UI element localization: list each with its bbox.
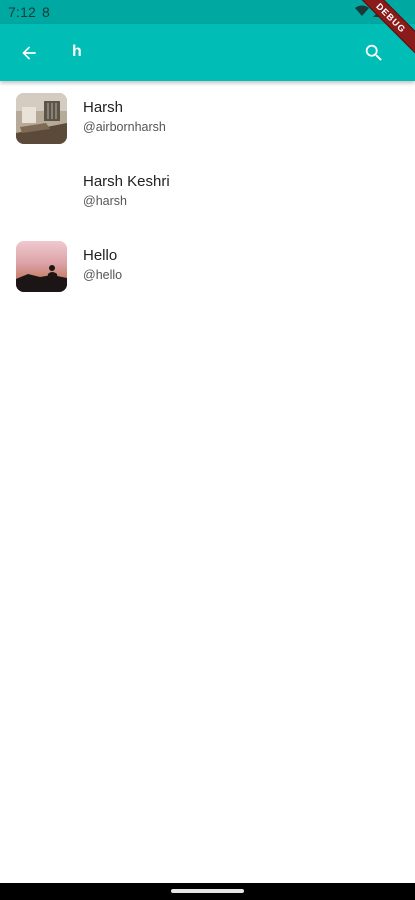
search-icon bbox=[365, 44, 382, 61]
search-results-list: Harsh @airbornharsh Harsh Keshri @harsh bbox=[0, 81, 415, 303]
status-time: 7:12 bbox=[8, 4, 37, 20]
room-photo bbox=[16, 93, 67, 144]
list-item[interactable]: Harsh Keshri @harsh bbox=[0, 155, 415, 229]
item-text: Harsh Keshri @harsh bbox=[83, 173, 170, 209]
avatar-empty bbox=[16, 167, 67, 218]
status-bar: 7:12 8 bbox=[0, 0, 415, 24]
arrow-back-icon bbox=[22, 46, 36, 60]
app-bar bbox=[0, 24, 415, 81]
user-handle: @hello bbox=[83, 268, 123, 282]
search-input[interactable] bbox=[72, 40, 332, 64]
item-text: Hello @hello bbox=[83, 247, 122, 283]
avatar bbox=[16, 241, 67, 292]
list-item[interactable]: Hello @hello bbox=[0, 229, 415, 303]
user-handle: @harsh bbox=[83, 194, 127, 208]
list-item[interactable]: Harsh @airbornharsh bbox=[0, 81, 415, 155]
home-indicator[interactable] bbox=[171, 889, 244, 893]
wifi-icon bbox=[355, 5, 369, 16]
screen: 7:12 8 DEBUG h Harsh @airbornharsh Harsh… bbox=[0, 0, 415, 900]
user-name: Hello bbox=[83, 247, 118, 264]
item-text: Harsh @airbornharsh bbox=[83, 99, 166, 135]
search-button[interactable] bbox=[357, 36, 391, 70]
user-name: Harsh Keshri bbox=[83, 173, 170, 190]
sunset-photo bbox=[16, 241, 67, 292]
user-handle: @airbornharsh bbox=[83, 120, 166, 134]
avatar bbox=[16, 93, 67, 144]
back-button[interactable] bbox=[12, 36, 46, 70]
sim-indicator: 8 bbox=[42, 4, 50, 20]
user-name: Harsh bbox=[83, 99, 124, 116]
system-nav-bar bbox=[0, 883, 415, 900]
